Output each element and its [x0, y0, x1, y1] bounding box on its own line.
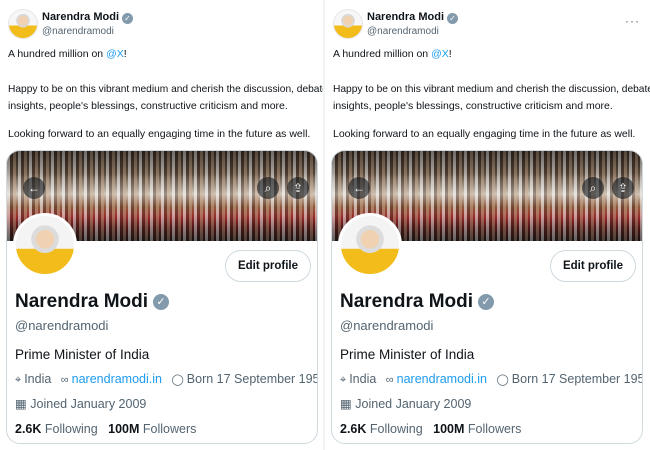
- post-text-line-4: Looking forward to an equally engaging t…: [333, 128, 636, 140]
- location-pin-icon: ⌖: [340, 374, 347, 386]
- post-panel-right: Narendra Modi ✓ @narendramodi ··· A hundr…: [325, 0, 650, 450]
- edit-profile-button[interactable]: Edit profile: [549, 250, 636, 282]
- profile-meta: ⌖ India ∞ narendramodi.in ◯ Born 17 Septemb…: [15, 372, 318, 387]
- profile-handle: @narendramodi: [15, 318, 109, 333]
- edit-profile-button[interactable]: Edit profile: [224, 250, 311, 282]
- profile-joined: ▦ Joined January 2009: [340, 397, 472, 411]
- following-link[interactable]: 2.6K Following: [340, 422, 423, 436]
- post-header: Narendra Modi ✓ @narendramodi: [8, 9, 317, 39]
- post-text-line-1: A hundred million on @X!: [333, 48, 452, 60]
- share-icon[interactable]: ⇪: [287, 177, 309, 199]
- verified-badge-icon: ✓: [153, 294, 170, 310]
- followers-link[interactable]: 100M Followers: [433, 422, 521, 436]
- profile-birthdate: Born 17 September 1950: [186, 372, 318, 386]
- profile-avatar[interactable]: [338, 213, 402, 277]
- profile-birthdate: Born 17 September 1950: [511, 372, 643, 386]
- link-icon: ∞: [385, 374, 394, 386]
- profile-joined: ▦ Joined January 2009: [15, 397, 147, 411]
- followers-link[interactable]: 100M Followers: [108, 422, 196, 436]
- author-handle[interactable]: @narendramodi: [367, 26, 439, 37]
- profile-bio: Prime Minister of India: [340, 347, 475, 362]
- profile-handle: @narendramodi: [340, 318, 434, 333]
- post-text-line-3: insights, people's blessings, constructi…: [8, 100, 288, 112]
- back-arrow-icon[interactable]: ←: [23, 177, 45, 199]
- post-header: Narendra Modi ✓ @narendramodi ···: [333, 9, 642, 39]
- profile-name: Narendra Modi ✓: [15, 291, 170, 313]
- mention-link[interactable]: @X: [106, 48, 124, 60]
- search-icon[interactable]: ⌕: [257, 177, 279, 199]
- profile-website-link[interactable]: narendramodi.in: [72, 372, 162, 386]
- profile-bio: Prime Minister of India: [15, 347, 150, 362]
- verified-badge-icon: ✓: [447, 13, 459, 24]
- profile-location: India: [24, 372, 52, 386]
- back-arrow-icon[interactable]: ←: [348, 177, 370, 199]
- more-horizontal-icon[interactable]: ···: [625, 14, 640, 28]
- calendar-icon: ▦: [15, 397, 27, 411]
- author-name[interactable]: Narendra Modi ✓: [42, 11, 134, 24]
- location-pin-icon: ⌖: [15, 374, 22, 386]
- mention-link[interactable]: @X: [431, 48, 449, 60]
- following-link[interactable]: 2.6K Following: [15, 422, 98, 436]
- post-text-line-1: A hundred million on @X!: [8, 48, 127, 60]
- post-text-line-2: Happy to be on this vibrant medium and c…: [333, 84, 650, 95]
- balloon-icon: ◯: [171, 374, 184, 386]
- profile-website-link[interactable]: narendramodi.in: [397, 372, 487, 386]
- search-icon[interactable]: ⌕: [582, 177, 604, 199]
- profile-screenshot-card[interactable]: ← ⌕ ⇪ Edit profile Narendra Modi ✓ @naren…: [6, 150, 318, 444]
- profile-stats: 2.6K Following 100M Followers: [15, 422, 196, 436]
- calendar-icon: ▦: [340, 397, 352, 411]
- profile-avatar[interactable]: [13, 213, 77, 277]
- verified-badge-icon: ✓: [122, 13, 134, 24]
- post-text-line-3: insights, people's blessings, constructi…: [333, 100, 613, 112]
- author-handle[interactable]: @narendramodi: [42, 26, 114, 37]
- author-avatar[interactable]: [333, 9, 363, 39]
- post-text-line-2: Happy to be on this vibrant medium and c…: [8, 84, 325, 95]
- profile-name: Narendra Modi ✓: [340, 291, 495, 313]
- profile-meta: ⌖ India ∞ narendramodi.in ◯ Born 17 Septemb…: [340, 372, 643, 387]
- profile-screenshot-card[interactable]: ← ⌕ ⇪ Edit profile Narendra Modi ✓ @naren…: [331, 150, 643, 444]
- verified-badge-icon: ✓: [478, 294, 495, 310]
- post-text-line-4: Looking forward to an equally engaging t…: [8, 128, 311, 140]
- profile-location: India: [349, 372, 377, 386]
- share-icon[interactable]: ⇪: [612, 177, 634, 199]
- author-name[interactable]: Narendra Modi ✓: [367, 11, 459, 24]
- link-icon: ∞: [60, 374, 69, 386]
- post-panel-left: Narendra Modi ✓ @narendramodi A hundred m…: [0, 0, 325, 450]
- author-avatar[interactable]: [8, 9, 38, 39]
- profile-stats: 2.6K Following 100M Followers: [340, 422, 521, 436]
- balloon-icon: ◯: [496, 374, 509, 386]
